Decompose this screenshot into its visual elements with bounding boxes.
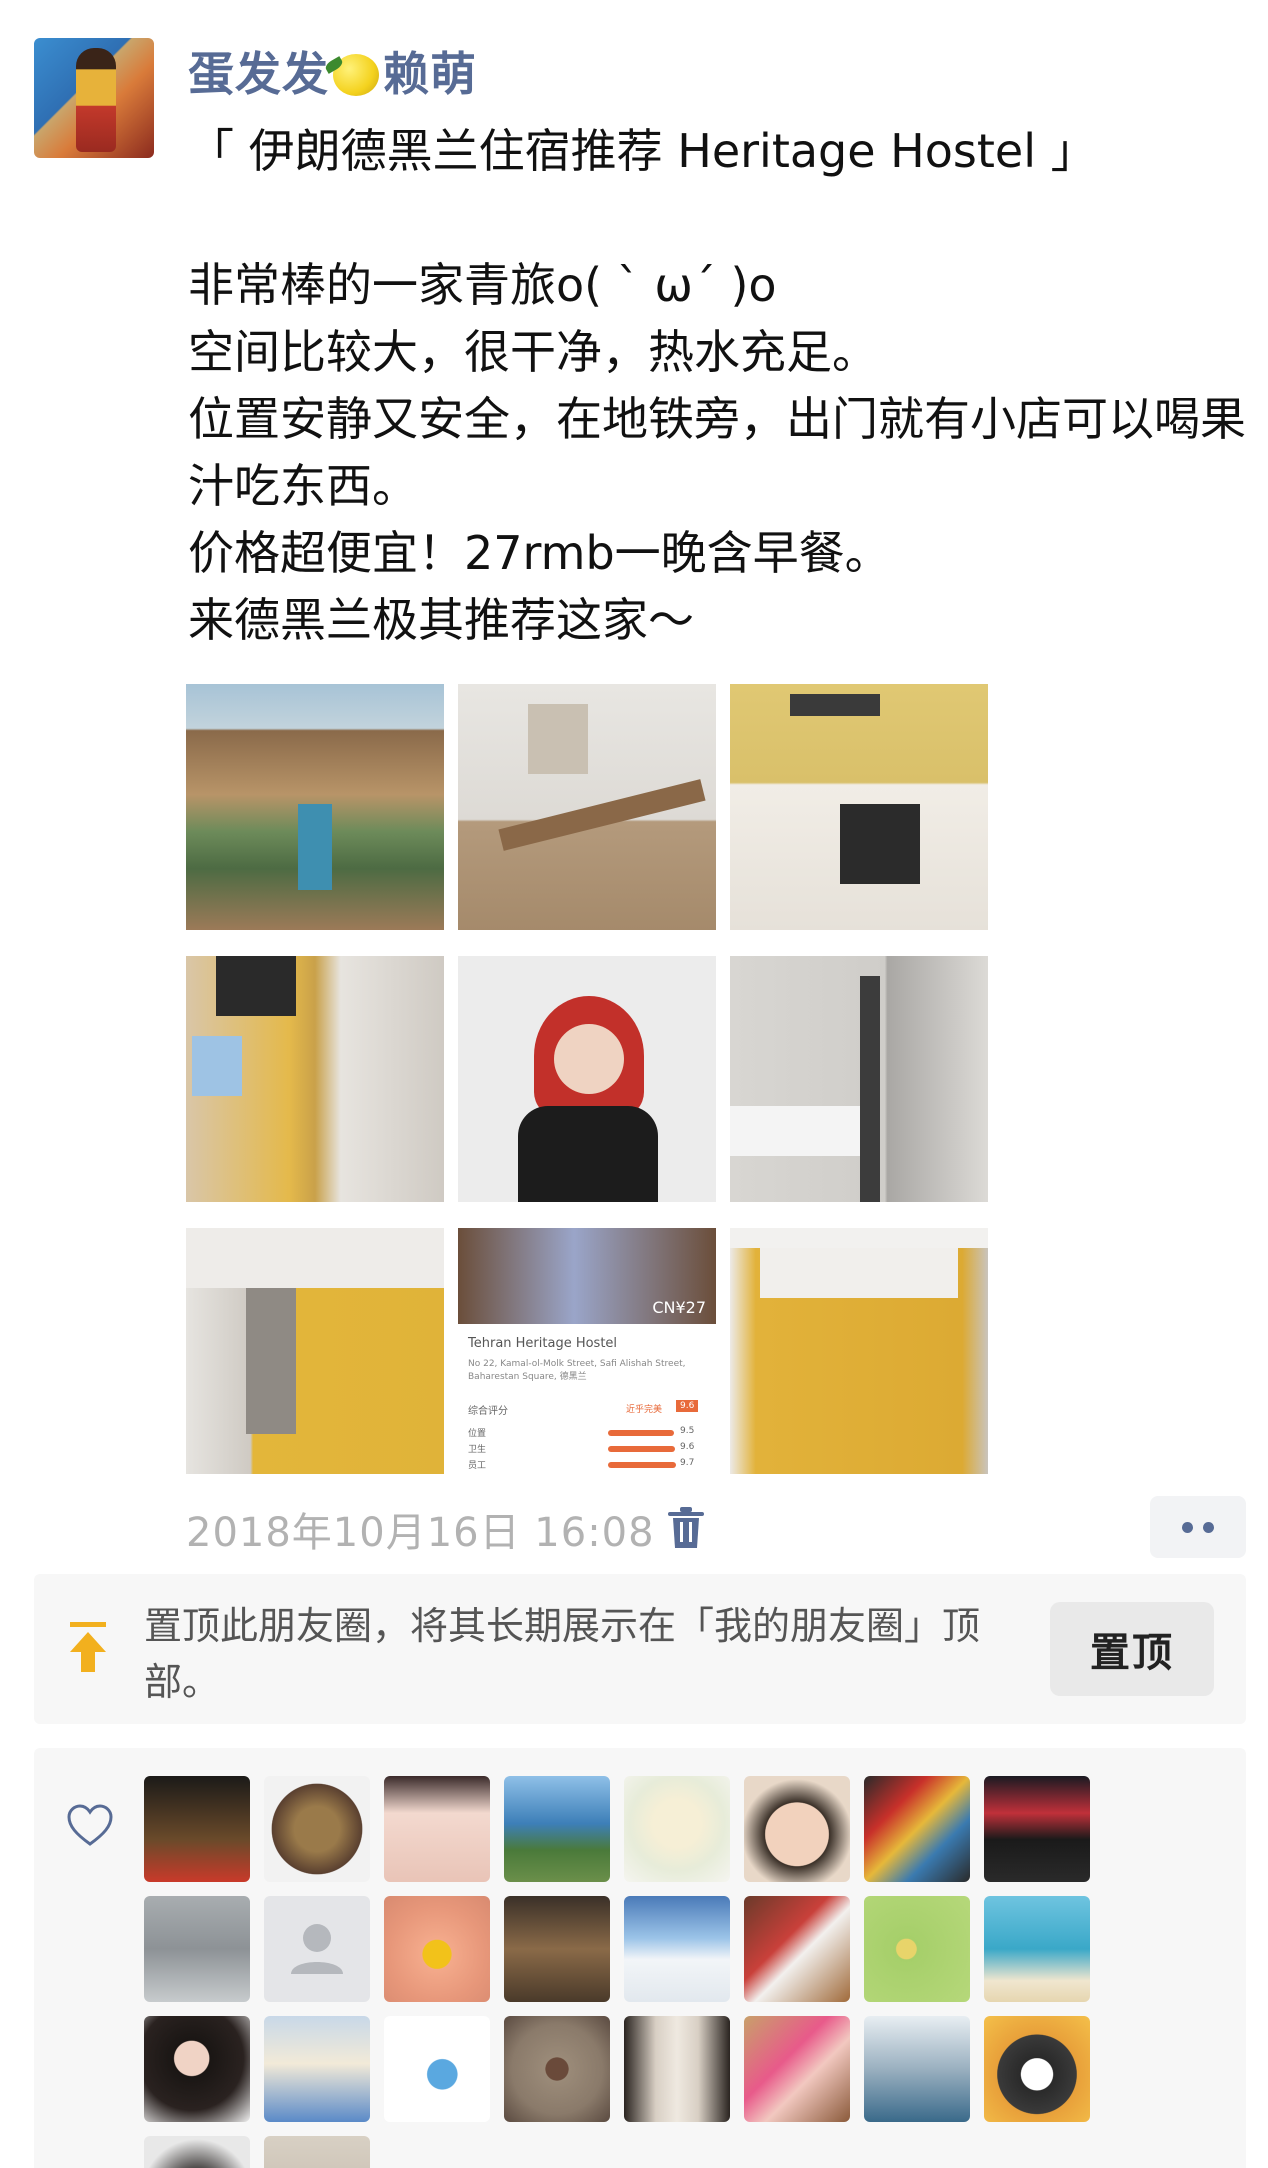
photo-dorm-bunks[interactable] [186,956,444,1202]
booking-row-bar [608,1430,674,1436]
booking-row-bar [608,1462,676,1468]
lemon-emoji-icon [333,54,379,96]
post-timestamp: 2018年10月16日 16:08 [186,1510,655,1556]
liker-avatar[interactable] [504,1896,610,2002]
likes-panel [34,1748,1246,2168]
liker-avatar[interactable] [144,1776,250,1882]
booking-row-score: 9.7 [680,1458,695,1468]
liker-avatar[interactable] [264,2016,370,2122]
author-name-suffix: 赖萌 [383,47,477,101]
booking-row-label: 卫生 [468,1445,487,1455]
liker-avatar[interactable] [504,2016,610,2122]
photo-bunk-curtain[interactable] [186,1228,444,1474]
booking-rating-score: 9.6 [676,1400,699,1412]
photo-kitchen[interactable] [730,684,988,930]
liker-avatar[interactable] [144,2016,250,2122]
pin-button[interactable]: 置顶 [1050,1602,1214,1696]
post-text: 「 伊朗德黑兰住宿推荐 Heritage Hostel 」 非常棒的一家青旅o(… [188,124,1246,647]
liker-avatar[interactable] [624,1896,730,2002]
pin-description: 置顶此朋友圈，将其长期展示在「我的朋友圈」顶部。 [144,1604,981,1704]
liker-avatar[interactable] [984,2016,1090,2122]
booking-rating-label: 综合评分 [468,1406,508,1417]
pin-to-top-icon [70,1622,106,1672]
liker-avatar[interactable] [984,1776,1090,1882]
photo-selfie[interactable] [458,956,716,1202]
liker-avatar[interactable] [624,2016,730,2122]
pin-panel: 置顶此朋友圈，将其长期展示在「我的朋友圈」顶部。 置顶 [34,1574,1246,1724]
liker-avatar[interactable] [384,1776,490,1882]
booking-row-label: 员工 [468,1461,487,1471]
booking-rating-tag: 近乎完美 [626,1405,663,1415]
author-avatar[interactable] [34,38,154,158]
default-user-icon [291,1924,343,1974]
liker-avatar[interactable] [264,1896,370,2002]
liker-avatar[interactable] [744,1776,850,1882]
photo-common-room[interactable] [458,684,716,930]
photo-bathroom[interactable] [730,956,988,1202]
liker-avatar[interactable] [744,1896,850,2002]
liker-avatar[interactable] [264,2136,370,2168]
heart-icon [67,1804,113,1846]
liker-avatar[interactable] [264,1776,370,1882]
liker-avatar[interactable] [384,2016,490,2122]
more-options-button[interactable] [1150,1496,1246,1558]
liker-avatar[interactable] [864,1776,970,1882]
liker-avatar[interactable] [864,2016,970,2122]
booking-row-score: 9.6 [680,1442,695,1452]
booking-hostel-name: Tehran Heritage Hostel [468,1336,618,1351]
liker-avatar[interactable] [744,2016,850,2122]
liker-avatar[interactable] [864,1896,970,2002]
liker-avatar[interactable] [624,1776,730,1882]
liker-avatar[interactable] [144,2136,250,2168]
booking-row-label: 位置 [468,1429,487,1439]
photo-bunk-bed[interactable] [730,1228,988,1474]
booking-price-tag: CN¥27 [652,1298,706,1317]
author-name-prefix: 蛋发发 [188,47,329,101]
delete-icon[interactable] [666,1506,706,1550]
photo-booking-screenshot[interactable]: CN¥27 Tehran Heritage Hostel No 22, Kama… [458,1228,716,1474]
author-name[interactable]: 蛋发发 赖萌 [188,38,477,104]
liker-avatar[interactable] [384,1896,490,2002]
booking-row-bar [608,1446,675,1452]
liker-avatar[interactable] [984,1896,1090,2002]
photo-courtyard[interactable] [186,684,444,930]
booking-address: No 22, Kamal-ol-Molk Street, Safi Alisha… [468,1359,686,1382]
booking-row-score: 9.5 [680,1426,695,1436]
liker-avatar[interactable] [144,1896,250,2002]
liker-avatar[interactable] [504,1776,610,1882]
